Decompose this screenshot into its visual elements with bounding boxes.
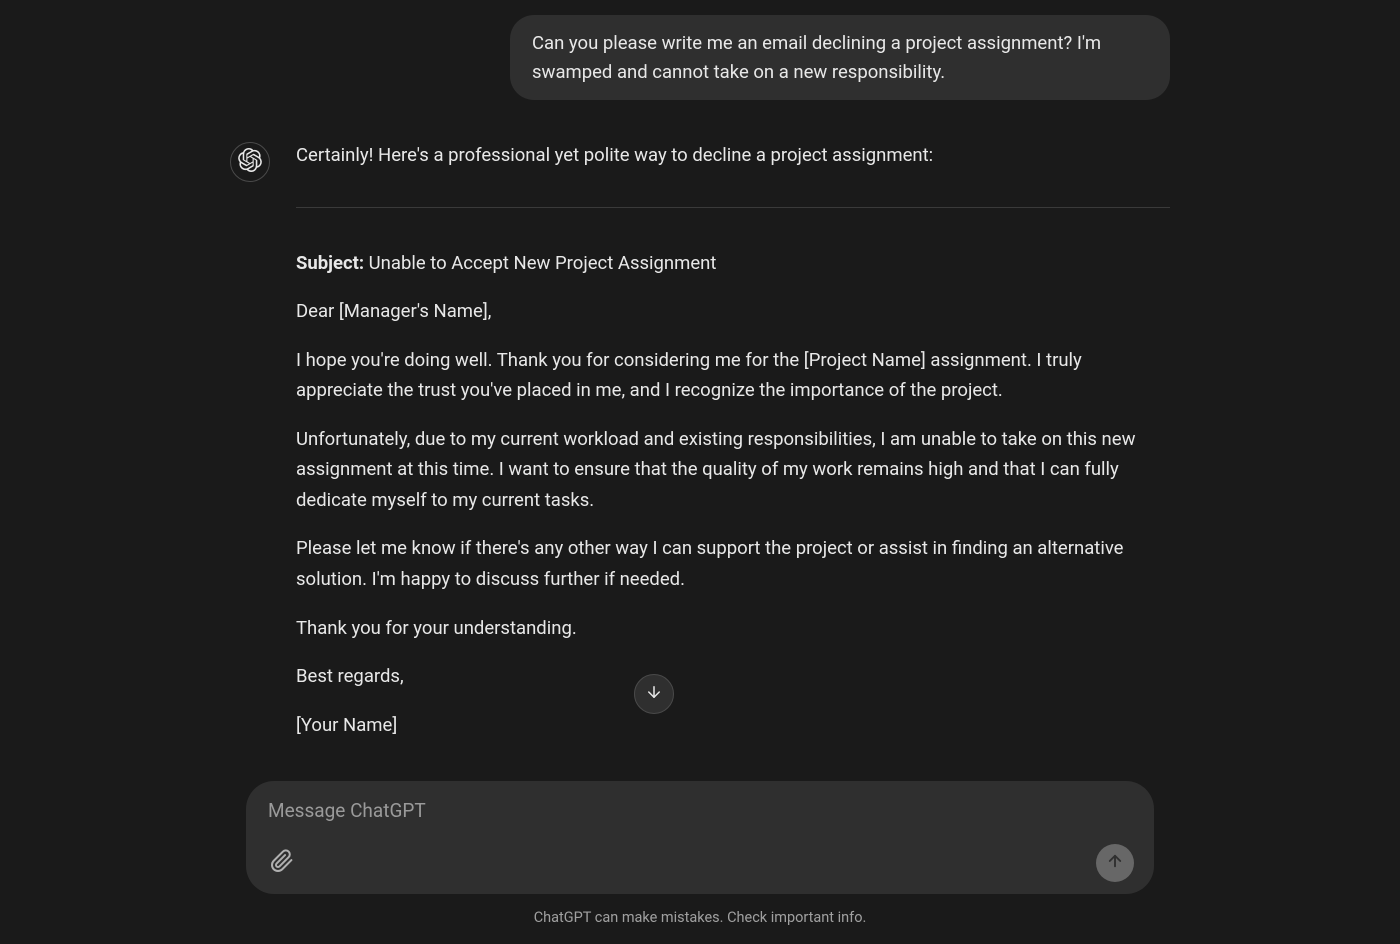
email-paragraph-1: I hope you're doing well. Thank you for … [296, 345, 1170, 406]
scroll-to-bottom-button[interactable] [634, 674, 674, 714]
email-draft: Subject: Unable to Accept New Project As… [296, 248, 1170, 740]
paperclip-icon [270, 849, 294, 877]
email-subject-label: Subject: [296, 252, 364, 274]
message-input[interactable] [268, 799, 1134, 822]
composer-area [246, 781, 1154, 894]
email-greeting: Dear [Manager's Name], [296, 296, 1170, 327]
arrow-up-icon [1106, 852, 1124, 874]
message-composer [246, 781, 1154, 894]
email-paragraph-2: Unfortunately, due to my current workloa… [296, 424, 1170, 516]
disclaimer-text: ChatGPT can make mistakes. Check importa… [0, 909, 1400, 926]
attach-file-button[interactable] [268, 849, 296, 877]
assistant-avatar [230, 142, 270, 182]
content-divider [296, 207, 1170, 208]
email-name-placeholder: [Your Name] [296, 710, 1170, 741]
email-thanks: Thank you for your understanding. [296, 613, 1170, 644]
assistant-intro-text: Certainly! Here's a professional yet pol… [296, 140, 1170, 171]
email-signoff: Best regards, [296, 661, 1170, 692]
send-button[interactable] [1096, 844, 1134, 882]
assistant-message-content: Certainly! Here's a professional yet pol… [296, 140, 1170, 758]
email-subject-value: Unable to Accept New Project Assignment [364, 252, 716, 274]
openai-logo-icon [238, 148, 262, 176]
arrow-down-icon [645, 683, 663, 705]
assistant-message-row: Certainly! Here's a professional yet pol… [230, 140, 1170, 758]
composer-toolbar [268, 844, 1134, 882]
user-message-bubble: Can you please write me an email declini… [510, 15, 1170, 100]
email-subject-line: Subject: Unable to Accept New Project As… [296, 248, 1170, 279]
email-paragraph-3: Please let me know if there's any other … [296, 533, 1170, 594]
user-message-row: Can you please write me an email declini… [230, 15, 1170, 100]
